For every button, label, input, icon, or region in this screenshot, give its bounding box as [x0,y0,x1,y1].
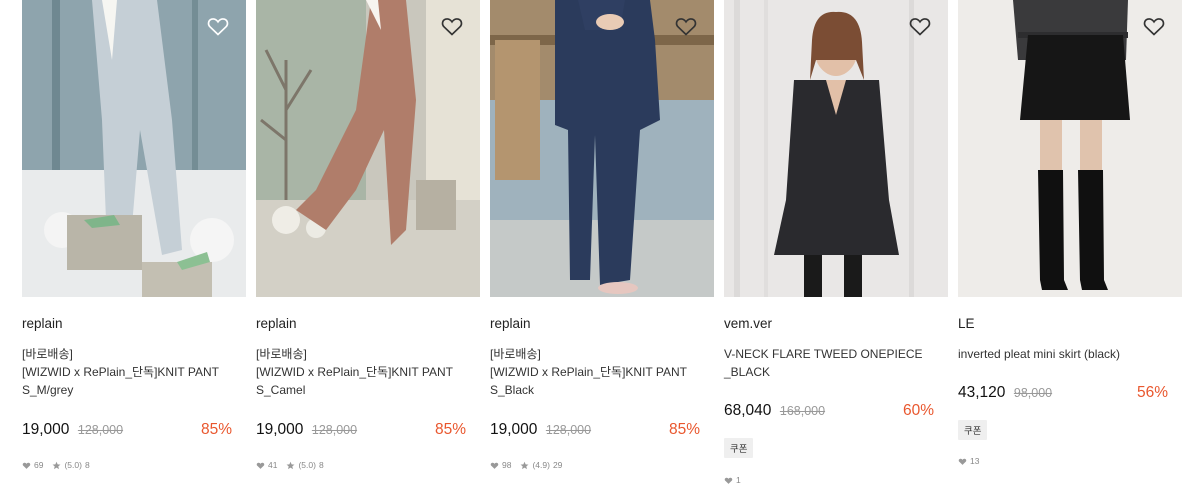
discount-rate: 85% [434,421,466,438]
product-name[interactable]: [WIZWID x RePlain_단독]KNIT PANT S_Camel [256,363,480,399]
product-name[interactable]: inverted pleat mini skirt (black) [958,345,1182,363]
heart-outline-icon[interactable] [1142,14,1166,38]
sale-price: 43,120 [958,384,1006,401]
product-image[interactable] [22,0,246,297]
original-price: 128,000 [545,423,592,437]
product-photo [22,0,246,297]
product-name[interactable]: V-NECK FLARE TWEED ONEPIECE _BLACK [724,345,948,381]
product-stats: 41 (5.0) 8 [256,460,324,470]
sale-price: 19,000 [22,421,70,438]
like-count: 13 [970,456,980,466]
delivery-tag: [바로배송] [490,347,541,361]
like-count: 41 [268,460,278,470]
heart-outline-icon[interactable] [908,14,932,38]
delivery-tag: [바로배송] [256,347,307,361]
original-price: 128,000 [311,423,358,437]
rating-score: (5.0) [64,460,82,470]
original-price: 128,000 [77,423,124,437]
heart-filled-icon [22,462,31,469]
product-card[interactable]: vem.ver V-NECK FLARE TWEED ONEPIECE _BLA… [724,0,948,485]
product-image[interactable] [256,0,480,297]
product-photo [958,0,1182,297]
brand-name[interactable]: replain [490,316,531,331]
coupon-badge: 쿠폰 [724,438,754,458]
product-card[interactable]: replain [바로배송] [WIZWID x RePlain_단독]KNIT… [490,0,714,470]
product-name-line2: S_M/grey [22,383,74,397]
rating-score: (5.0) [298,460,316,470]
sale-price: 19,000 [256,421,304,438]
price-row: 19,000 128,000 85% [490,421,700,441]
star-icon [53,461,61,469]
price-row: 43,120 98,000 56% [958,384,1168,404]
star-icon [287,461,295,469]
price-row: 19,000 128,000 85% [256,421,466,441]
review-count: 29 [552,460,563,470]
product-name-line1: [WIZWID x RePlain_단독]KNIT PANT [22,365,219,379]
product-card[interactable]: replain [바로배송] [WIZWID x RePlain_단독]KNIT… [22,0,246,470]
brand-name[interactable]: replain [256,316,297,331]
product-name-line2: S_Camel [256,383,306,397]
product-image[interactable] [958,0,1182,297]
heart-filled-icon [958,458,967,465]
delivery-tag: [바로배송] [22,347,73,361]
product-image[interactable] [724,0,948,297]
coupon-badge: 쿠폰 [958,420,988,440]
product-stats: 1 [724,475,741,485]
discount-rate: 85% [668,421,700,438]
heart-filled-icon [724,477,733,484]
brand-name[interactable]: LE [958,316,975,331]
price-row: 68,040 168,000 60% [724,402,934,422]
original-price: 168,000 [779,404,826,418]
rating-score: (4.9) [532,460,550,470]
product-stats: 98 (4.9) 29 [490,460,562,470]
product-name[interactable]: [WIZWID x RePlain_단독]KNIT PANT S_M/grey [22,363,246,399]
review-count: 8 [318,460,324,470]
brand-name[interactable]: vem.ver [724,316,772,331]
star-icon [521,461,529,469]
discount-rate: 60% [902,402,934,419]
heart-outline-icon[interactable] [206,14,230,38]
product-image[interactable] [490,0,714,297]
product-name-line1: [WIZWID x RePlain_단독]KNIT PANT [490,365,687,379]
product-photo [256,0,480,297]
product-card[interactable]: replain [바로배송] [WIZWID x RePlain_단독]KNIT… [256,0,480,470]
product-card[interactable]: LE inverted pleat mini skirt (black) 43,… [958,0,1182,466]
product-name-line1: inverted pleat mini skirt (black) [958,347,1121,361]
like-count: 1 [736,475,741,485]
like-count: 69 [34,460,44,470]
like-count: 98 [502,460,512,470]
original-price: 98,000 [1013,386,1053,400]
product-name-line1: [WIZWID x RePlain_단독]KNIT PANT [256,365,453,379]
heart-filled-icon [490,462,499,469]
review-count: 8 [84,460,90,470]
brand-name[interactable]: replain [22,316,63,331]
product-photo [724,0,948,297]
discount-rate: 56% [1136,384,1168,401]
sale-price: 68,040 [724,402,772,419]
product-name-line2: _BLACK [724,365,771,379]
price-row: 19,000 128,000 85% [22,421,232,441]
product-name-line1: V-NECK FLARE TWEED ONEPIECE [724,347,923,361]
product-name[interactable]: [WIZWID x RePlain_단독]KNIT PANT S_Black [490,363,714,399]
heart-outline-icon[interactable] [440,14,464,38]
product-stats: 13 [958,456,979,466]
sale-price: 19,000 [490,421,538,438]
discount-rate: 85% [200,421,232,438]
heart-outline-icon[interactable] [674,14,698,38]
product-stats: 69 (5.0) 8 [22,460,90,470]
heart-filled-icon [256,462,265,469]
product-photo [490,0,714,297]
product-name-line2: S_Black [490,383,535,397]
